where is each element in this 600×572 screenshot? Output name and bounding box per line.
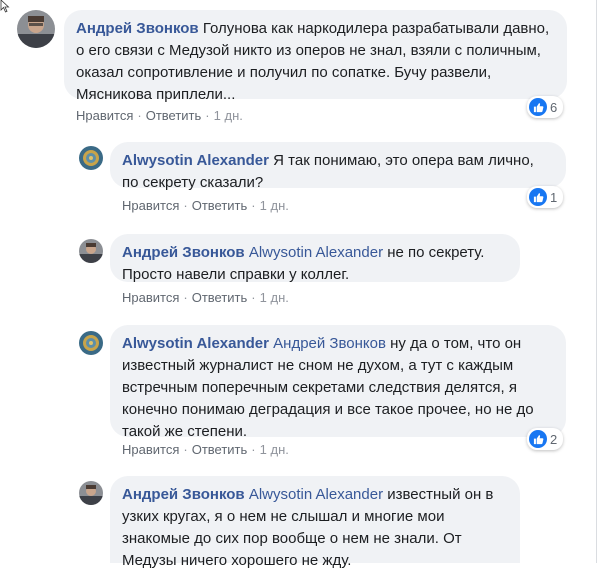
avatar[interactable] xyxy=(17,10,55,48)
like-button[interactable]: Нравится xyxy=(122,442,179,457)
reply-button[interactable]: Ответить xyxy=(192,198,248,213)
comment-timestamp[interactable]: 1 дн. xyxy=(260,198,289,213)
reaction-number: 2 xyxy=(550,431,558,447)
comment-bubble: Андрей Звонков Alwysotin Alexander не по… xyxy=(110,234,520,283)
reply-button[interactable]: Ответить xyxy=(146,108,202,123)
reaction-count[interactable]: 2 xyxy=(527,428,564,450)
comment-author[interactable]: Андрей Звонков xyxy=(122,486,245,503)
comment-bubble: Alwysotin Alexander Я так понимаю, это о… xyxy=(110,142,566,191)
user-photo-icon xyxy=(79,146,103,170)
reply-button[interactable]: Ответить xyxy=(192,290,248,305)
reaction-number: 1 xyxy=(550,189,558,205)
avatar[interactable] xyxy=(79,481,103,505)
user-photo-icon xyxy=(17,10,55,48)
user-photo-icon xyxy=(79,239,103,263)
mouse-cursor-icon xyxy=(0,0,10,13)
reply-button[interactable]: Ответить xyxy=(192,442,248,457)
panel-border xyxy=(596,0,597,563)
like-button[interactable]: Нравится xyxy=(122,290,179,305)
avatar[interactable] xyxy=(79,146,103,170)
avatar[interactable] xyxy=(79,331,103,355)
like-button[interactable]: Нравится xyxy=(76,108,133,123)
comment-author[interactable]: Alwysotin Alexander xyxy=(122,152,269,169)
like-icon xyxy=(529,98,547,116)
reaction-count[interactable]: 1 xyxy=(527,186,564,208)
like-button[interactable]: Нравится xyxy=(122,198,179,213)
comment-bubble: Alwysotin Alexander Андрей Звонков ну да… xyxy=(110,325,566,440)
comment-timestamp[interactable]: 1 дн. xyxy=(260,442,289,457)
reaction-count[interactable]: 6 xyxy=(527,96,564,118)
comment-author[interactable]: Андрей Звонков xyxy=(76,20,199,37)
comment-mention[interactable]: Alwysotin Alexander xyxy=(249,486,383,503)
comment-author[interactable]: Андрей Звонков xyxy=(122,244,245,261)
avatar[interactable] xyxy=(79,239,103,263)
comment-mention[interactable]: Андрей Звонков xyxy=(273,335,386,352)
comment-actions: Нравится · Ответить · 1 дн. xyxy=(122,198,289,213)
comment-bubble: Андрей Звонков Голунова как наркодилера … xyxy=(64,10,567,103)
comment-timestamp[interactable]: 1 дн. xyxy=(214,108,243,123)
comment-bubble: Андрей Звонков Alwysotin Alexander извес… xyxy=(110,476,520,569)
comment-timestamp[interactable]: 1 дн. xyxy=(260,290,289,305)
comment-mention[interactable]: Alwysotin Alexander xyxy=(249,244,383,261)
comment-author[interactable]: Alwysotin Alexander xyxy=(122,335,269,352)
comment-actions: Нравится · Ответить · 1 дн. xyxy=(122,442,289,457)
comment-actions: Нравится · Ответить · 1 дн. xyxy=(76,108,243,123)
like-icon xyxy=(529,188,547,206)
reaction-number: 6 xyxy=(550,99,558,115)
user-photo-icon xyxy=(79,481,103,505)
like-icon xyxy=(529,430,547,448)
comment-actions: Нравится · Ответить · 1 дн. xyxy=(122,290,289,305)
user-photo-icon xyxy=(79,331,103,355)
